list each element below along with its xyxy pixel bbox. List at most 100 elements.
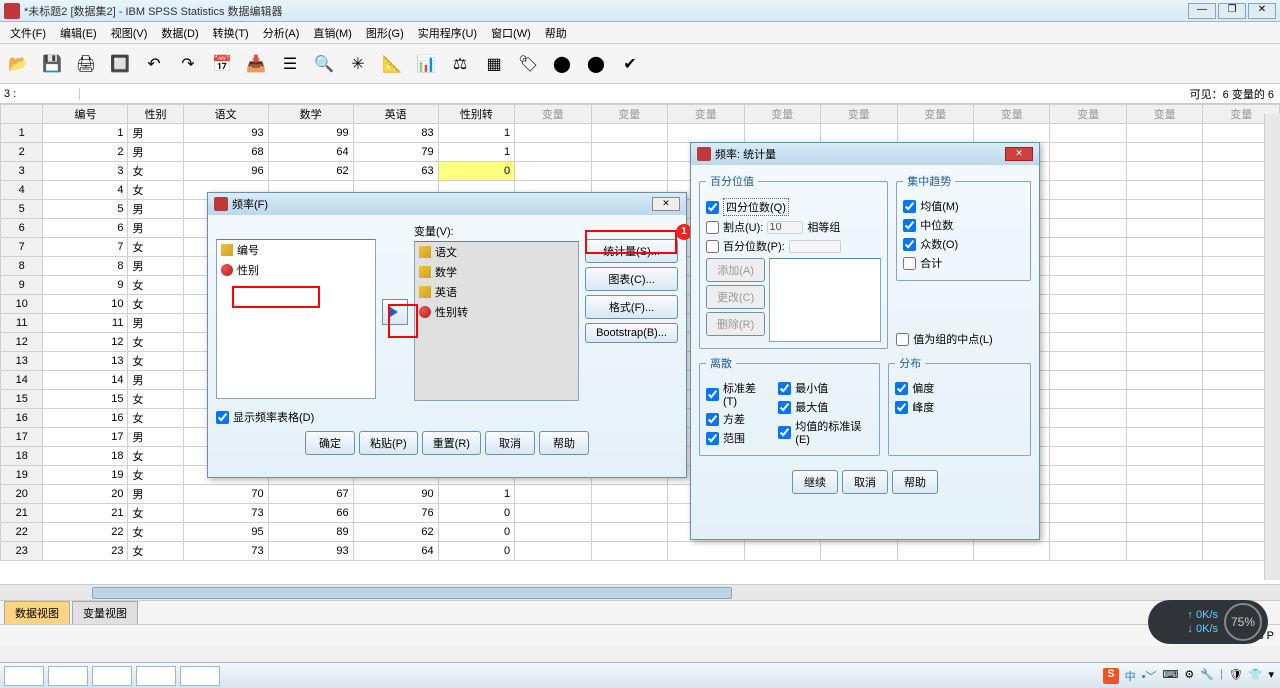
cell[interactable]: 0	[438, 523, 514, 542]
col-header-empty[interactable]: 变量	[744, 105, 820, 124]
col-header-empty[interactable]: 变量	[821, 105, 897, 124]
cell[interactable]: 79	[353, 143, 438, 162]
tab-variable-view[interactable]: 变量视图	[72, 601, 138, 624]
list-item[interactable]: 语文	[415, 242, 578, 262]
col-header[interactable]: 性别	[128, 105, 183, 124]
row-header[interactable]: 3	[1, 162, 43, 181]
table-row[interactable]: 1 1 男 93 99 83 1	[1, 124, 1280, 143]
cell[interactable]: 男	[128, 200, 183, 219]
move-right-button[interactable]	[382, 299, 408, 325]
statistics-button[interactable]: 统计量(S)...	[585, 239, 678, 263]
cell[interactable]: 22	[43, 523, 128, 542]
ime-lang-icon[interactable]: 中	[1125, 668, 1136, 684]
customize-icon[interactable]: ⬤	[582, 50, 610, 78]
goto-var-icon[interactable]: 📥	[242, 50, 270, 78]
cell[interactable]: 95	[183, 523, 268, 542]
col-header-empty[interactable]: 变量	[515, 105, 591, 124]
cell[interactable]: 女	[128, 390, 183, 409]
cell[interactable]: 男	[128, 219, 183, 238]
percentiles-checkbox[interactable]: 百分位数(P):	[706, 238, 881, 254]
cell[interactable]: 96	[183, 162, 268, 181]
taskbar-item[interactable]	[4, 666, 44, 686]
taskbar-item[interactable]	[180, 666, 220, 686]
taskbar-item[interactable]	[92, 666, 132, 686]
cell[interactable]: 83	[353, 124, 438, 143]
cell[interactable]: 18	[43, 447, 128, 466]
cell[interactable]: 男	[128, 428, 183, 447]
continue-button[interactable]: 继续	[792, 470, 838, 494]
menu-directmarketing[interactable]: 直销(M)	[307, 23, 358, 43]
table-row[interactable]: 3 3 女 96 62 63 0	[1, 162, 1280, 181]
cell[interactable]: 女	[128, 542, 183, 561]
row-header[interactable]: 8	[1, 257, 43, 276]
tab-data-view[interactable]: 数据视图	[4, 601, 70, 624]
cell[interactable]: 男	[128, 143, 183, 162]
list-item[interactable]: 性别转	[415, 302, 578, 322]
cell[interactable]: 0	[438, 542, 514, 561]
print-icon[interactable]: 🖨	[72, 50, 100, 78]
percentile-input[interactable]	[789, 240, 841, 253]
tray-tool-icon[interactable]: 🔧	[1200, 668, 1214, 684]
value-labels-icon[interactable]: ▦	[480, 50, 508, 78]
cell[interactable]: 女	[128, 447, 183, 466]
percentile-list[interactable]	[769, 258, 881, 342]
cell[interactable]: 70	[183, 485, 268, 504]
remove-button[interactable]: 删除(R)	[706, 312, 765, 336]
split-icon[interactable]: 📐	[378, 50, 406, 78]
source-variables-list[interactable]: 编号 性别	[216, 239, 376, 399]
cell[interactable]: 90	[353, 485, 438, 504]
menu-analyze[interactable]: 分析(A)	[257, 23, 306, 43]
table-row[interactable]: 2 2 男 68 64 79 1	[1, 143, 1280, 162]
taskbar-item[interactable]	[136, 666, 176, 686]
tray-settings-icon[interactable]: ⚙	[1184, 668, 1194, 684]
menu-window[interactable]: 窗口(W)	[485, 23, 537, 43]
tray-chevron-icon[interactable]: ▾	[1268, 668, 1274, 684]
row-header[interactable]: 1	[1, 124, 43, 143]
row-header[interactable]: 14	[1, 371, 43, 390]
cell[interactable]: 76	[353, 504, 438, 523]
cell[interactable]: 62	[268, 162, 353, 181]
col-header[interactable]: 性别转	[438, 105, 514, 124]
dialog-titlebar[interactable]: 频率(F) ✕	[208, 193, 686, 215]
row-header[interactable]: 2	[1, 143, 43, 162]
row-header[interactable]: 13	[1, 352, 43, 371]
cancel-button[interactable]: 取消	[842, 470, 888, 494]
dialog-close-button[interactable]: ✕	[1005, 147, 1033, 161]
cell[interactable]: 女	[128, 523, 183, 542]
cell[interactable]: 4	[43, 181, 128, 200]
row-header[interactable]: 10	[1, 295, 43, 314]
row-header[interactable]: 17	[1, 428, 43, 447]
cell[interactable]: 女	[128, 295, 183, 314]
ok-button[interactable]: 确定	[305, 431, 355, 455]
cell[interactable]: 0	[438, 504, 514, 523]
row-header[interactable]: 18	[1, 447, 43, 466]
sogou-ime-icon[interactable]: S	[1103, 668, 1118, 684]
cell[interactable]: 73	[183, 504, 268, 523]
cell[interactable]: 6	[43, 219, 128, 238]
weight-icon[interactable]: 📊	[412, 50, 440, 78]
menu-view[interactable]: 视图(V)	[105, 23, 154, 43]
minimize-button[interactable]: —	[1188, 3, 1216, 19]
add-button[interactable]: 添加(A)	[706, 258, 765, 282]
tray-icon[interactable]: •﹀	[1142, 668, 1157, 684]
cell[interactable]: 男	[128, 485, 183, 504]
save-icon[interactable]: 💾	[38, 50, 66, 78]
list-item[interactable]: 性别	[217, 260, 375, 280]
cell[interactable]: 89	[268, 523, 353, 542]
menu-file[interactable]: 文件(F)	[4, 23, 52, 43]
menu-data[interactable]: 数据(D)	[155, 23, 204, 43]
select-icon[interactable]: ⚖	[446, 50, 474, 78]
cell[interactable]: 11	[43, 314, 128, 333]
col-header[interactable]: 语文	[183, 105, 268, 124]
charts-button[interactable]: 图表(C)...	[585, 267, 678, 291]
menu-graphs[interactable]: 图形(G)	[360, 23, 410, 43]
row-header[interactable]: 4	[1, 181, 43, 200]
cell[interactable]: 67	[268, 485, 353, 504]
cell[interactable]: 99	[268, 124, 353, 143]
col-header-empty[interactable]: 变量	[1126, 105, 1202, 124]
col-header[interactable]: 编号	[43, 105, 128, 124]
cell[interactable]: 62	[353, 523, 438, 542]
checkbox-input[interactable]	[216, 411, 229, 424]
cell[interactable]: 12	[43, 333, 128, 352]
recall-icon[interactable]: 🔲	[106, 50, 134, 78]
